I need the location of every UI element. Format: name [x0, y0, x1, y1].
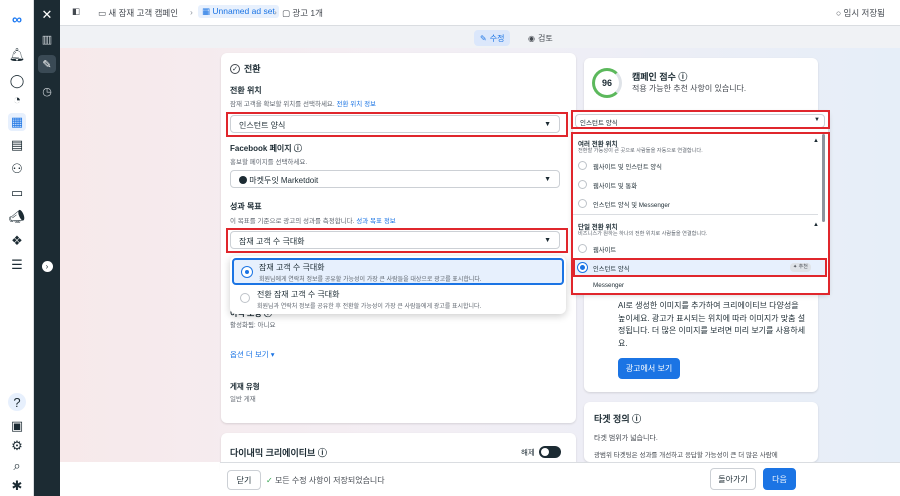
cost-control-value: 활성화됨: 아니요	[230, 322, 276, 329]
editor-sidebar: ✕ ▥ ✎ ◷ ›	[34, 0, 60, 496]
campaign-score-card: 96 캠페인 점수 ⓘ 적용 가능한 추천 사항이 있습니다.	[584, 58, 818, 118]
saved-status: ✓ 모든 수정 사항이 저장되었습니다	[266, 476, 385, 485]
folder-icon: ▭	[98, 8, 109, 18]
score-subtitle: 적용 가능한 추천 사항이 있습니다.	[632, 84, 747, 93]
breadcrumb-adset[interactable]: ▦ Unnamed ad set	[198, 5, 279, 18]
score-title: 캠페인 점수 ⓘ	[632, 72, 688, 82]
more-options-link[interactable]: 옵션 더 보기 ▾	[230, 349, 275, 360]
section-header: ✓ 전환	[230, 62, 261, 75]
ad-icon: ▢	[282, 8, 293, 18]
option-title: 전환 잠재 고객 수 극대화	[257, 290, 340, 299]
caret-down-icon: ▼	[544, 176, 551, 183]
target-line1: 타겟 범위가 넓습니다.	[594, 435, 658, 442]
target-definition-card: 타겟 정의 ⓘ 타겟 범위가 넓습니다. 광범위 타겟팅은 성과를 개선하고 응…	[584, 402, 818, 462]
pencil-icon: ✎	[480, 33, 487, 43]
info-icon[interactable]: ⓘ	[294, 144, 302, 153]
breadcrumb-campaign[interactable]: ▭ 새 잠재 고객 캠페인	[98, 7, 178, 19]
left-icon-rail: ∞ 🔔︎ ◯ ◔ ▦ ▤ ⚇ ▭ 📣︎ ❖ ☰ ? ▣ ⚙ ⌕ ✱	[0, 0, 34, 496]
check-icon: ✓	[266, 476, 275, 485]
delivery-type-value: 일반 게재	[230, 396, 256, 403]
bottom-action-bar: 닫기 ✓ 모든 수정 사항이 저장되었습니다 돌아가기 다음	[220, 462, 900, 496]
info-icon[interactable]: ⓘ	[678, 72, 687, 82]
facebook-page-label: Facebook 페이지 ⓘ	[230, 144, 302, 153]
edit-mode-tab[interactable]: ✎ 수정	[474, 30, 511, 46]
bug-report-icon[interactable]: ✱	[8, 477, 26, 495]
audiences-icon[interactable]: ⚇	[8, 160, 26, 178]
conversion-location-label: 전환 위치	[230, 86, 262, 95]
delivery-type-label: 게재 유형	[230, 382, 260, 391]
radio-unselected	[240, 293, 250, 303]
catalog-icon[interactable]: ▤	[8, 136, 26, 154]
campaign-megaphone-icon[interactable]: 📣︎	[8, 208, 26, 226]
performance-goal-help: 이 목표를 기준으로 광고의 성과를 측정합니다. 성과 목표 정보	[230, 218, 396, 225]
save-status: ○ 임시 저장됨	[836, 8, 885, 18]
breadcrumb-separator-icon: ›	[274, 7, 277, 17]
option-desc: 회원님에게 연락처 정보를 공유할 가능성이 가장 큰 사람들을 대상으로 광고…	[259, 277, 482, 283]
review-mode-tab[interactable]: ◉ 검토	[522, 30, 559, 46]
score-ring: 96	[592, 68, 622, 98]
ai-image-card: AI로 생성한 이미지를 추가하여 크리에이티브 다양성을 높이세요. 광고가 …	[584, 290, 818, 392]
dynamic-creative-label: 다이내믹 크리에이티브 ⓘ	[230, 448, 327, 458]
notifications-icon[interactable]: 🔔︎	[8, 46, 26, 64]
business-apps-icon[interactable]: ❖	[8, 232, 26, 250]
target-line2: 광범위 타겟팅은 성과를 개선하고 응답할 가능성이 큰 더 많은 사람에	[594, 452, 778, 459]
dashboard-icon[interactable]: ◔	[8, 90, 26, 108]
goal-option-conversion-leads[interactable]: 전환 잠재 고객 수 극대화 회원님과 연락처 정보를 공유한 후 전환할 가능…	[230, 287, 566, 312]
adset-grid-icon: ▦	[202, 6, 213, 16]
target-title: 타겟 정의 ⓘ	[594, 414, 642, 424]
goal-dropdown-menu: 잠재 고객 수 극대화 회원님에게 연락처 정보를 공유할 가능성이 가장 큰 …	[230, 256, 566, 314]
edit-pencil-icon[interactable]: ✎	[38, 55, 56, 73]
highlight-location-select	[226, 112, 568, 137]
conversion-location-help: 잠재 고객을 확보할 위치를 선택하세요. 전환 위치 정보	[230, 101, 377, 108]
top-breadcrumb-bar: ◧ ▭ 새 잠재 고객 캠페인 › ▦ Unnamed ad set › ▢ 광…	[60, 0, 900, 26]
conversion-location-info-link[interactable]: 전환 위치 정보	[337, 101, 377, 108]
account-icon[interactable]: ◯	[8, 72, 26, 90]
menu-icon[interactable]: ☰	[8, 256, 26, 274]
expand-chevron-icon[interactable]: ›	[38, 257, 56, 275]
page-avatar	[239, 176, 247, 184]
info-icon[interactable]: ⓘ	[318, 448, 327, 458]
highlight-goal-select	[226, 228, 568, 253]
option-title: 잠재 고객 수 극대화	[259, 263, 325, 272]
facebook-page-select[interactable]: 마켓두잇 Marketdoit ▼	[230, 170, 560, 188]
toggle-label: 해제	[521, 448, 535, 457]
section-title: 전환	[244, 64, 261, 74]
eye-icon: ◉	[528, 33, 535, 43]
breadcrumb-separator-icon: ›	[190, 7, 193, 17]
status-circle-icon: ○	[836, 8, 844, 18]
view-in-ad-button[interactable]: 광고에서 보기	[618, 358, 680, 379]
facebook-page-help: 홍보할 페이지를 선택하세요.	[230, 159, 308, 166]
settings-gear-icon[interactable]: ⚙	[8, 437, 26, 455]
help-icon[interactable]: ?	[8, 393, 26, 411]
mode-toggle-bar: ✎ 수정 ◉ 검토	[60, 26, 900, 48]
reports-icon[interactable]: ▣	[8, 417, 26, 435]
close-icon[interactable]: ✕	[38, 6, 56, 24]
info-icon[interactable]: ⓘ	[632, 414, 641, 424]
meta-logo-icon[interactable]: ∞	[8, 10, 26, 28]
highlight-location-dropdown-select	[571, 110, 830, 129]
option-desc: 회원님과 연락처 정보를 공유한 후 전환할 가능성이 가장 큰 사람들에게 광…	[257, 304, 482, 310]
check-circle-icon: ✓	[230, 63, 240, 74]
highlight-instant-form-option	[573, 258, 827, 277]
breadcrumb-ad[interactable]: ▢ 광고 1개	[282, 7, 323, 19]
ads-manager-icon[interactable]: ▦	[8, 113, 26, 131]
goal-option-leads[interactable]: 잠재 고객 수 극대화 회원님에게 연락처 정보를 공유할 가능성이 가장 큰 …	[232, 258, 564, 285]
next-button[interactable]: 다음	[763, 468, 796, 490]
ai-card-text: AI로 생성한 이미지를 추가하여 크리에이티브 다양성을 높이세요. 광고가 …	[618, 301, 806, 348]
layout-toggle-icon[interactable]: ◧	[72, 6, 80, 17]
performance-goal-label: 성과 목표	[230, 202, 262, 211]
search-icon[interactable]: ⌕	[8, 457, 26, 475]
billing-icon[interactable]: ▭	[8, 184, 26, 202]
chart-icon[interactable]: ▥	[38, 30, 56, 48]
history-clock-icon[interactable]: ◷	[38, 82, 56, 100]
performance-goal-info-link[interactable]: 성과 목표 정보	[356, 218, 396, 225]
caret-down-icon: ▾	[270, 350, 275, 359]
close-button[interactable]: 닫기	[227, 470, 261, 490]
dynamic-creative-toggle[interactable]	[539, 446, 561, 458]
radio-selected	[242, 267, 252, 277]
back-button[interactable]: 돌아가기	[710, 468, 756, 490]
